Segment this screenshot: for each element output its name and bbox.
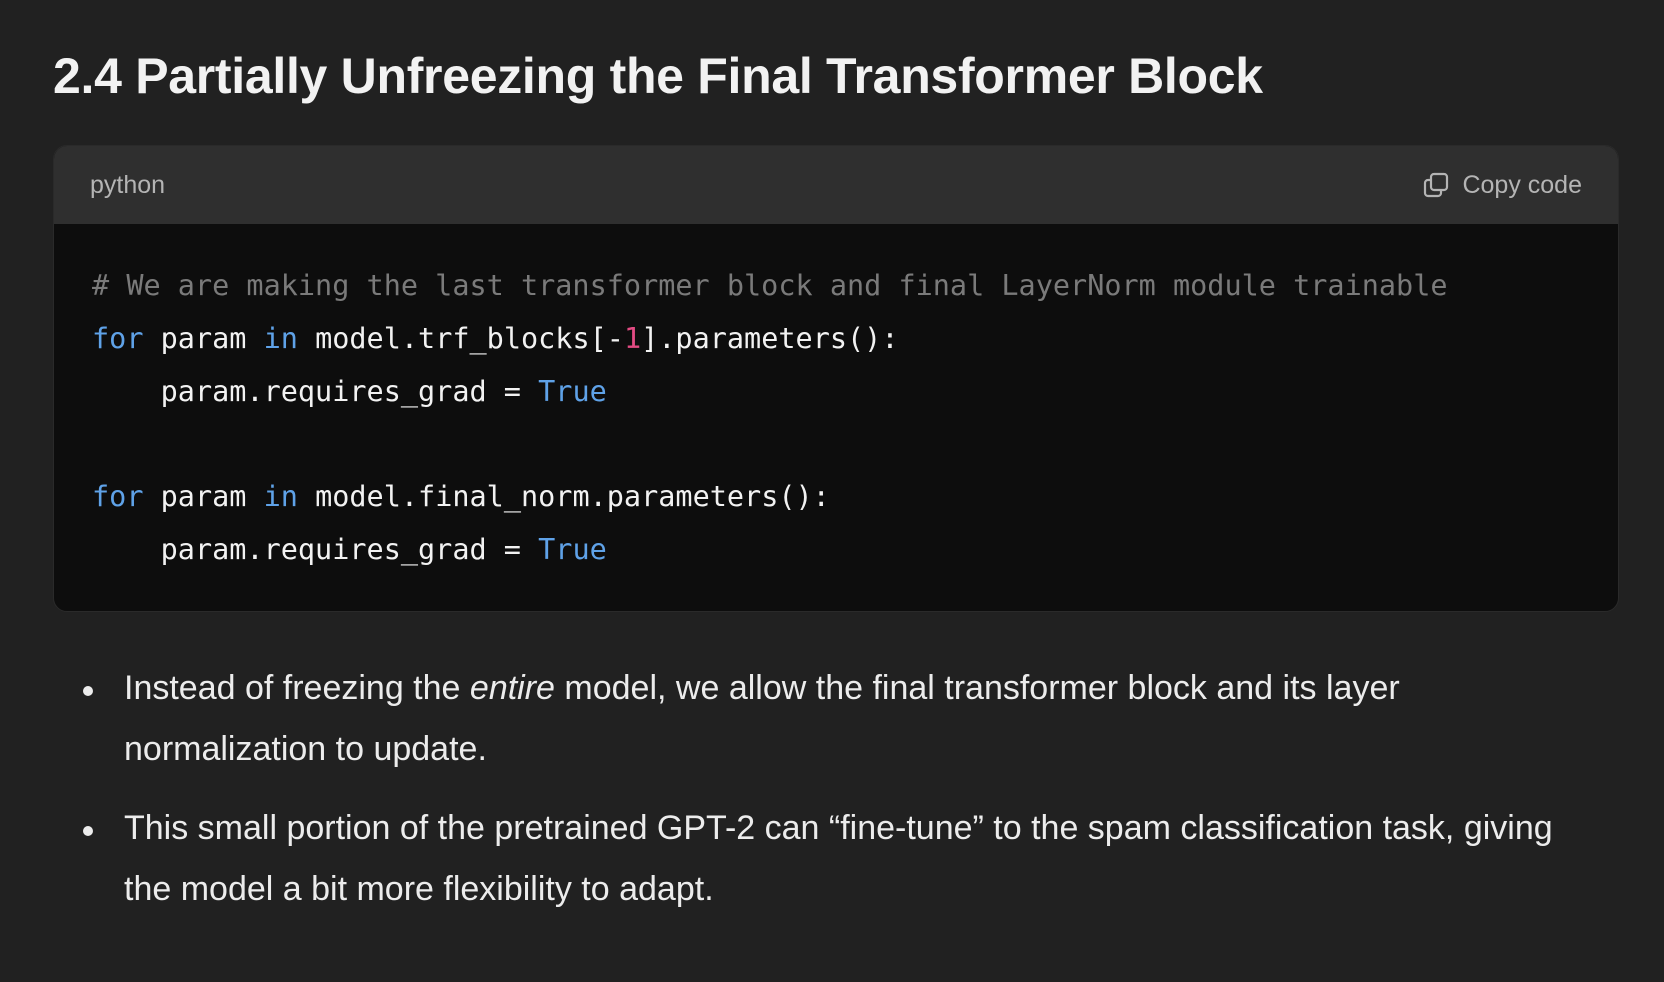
code-token-plain: param bbox=[143, 480, 264, 514]
code-block-header: python Copy code bbox=[54, 146, 1618, 224]
code-line: # We are making the last transformer blo… bbox=[92, 260, 1580, 313]
code-line: for param in model.final_norm.parameters… bbox=[92, 471, 1580, 524]
code-line: param.requires_grad = True bbox=[92, 366, 1580, 419]
code-token-keyword: in bbox=[263, 321, 298, 355]
code-block: python Copy code # We are making the las… bbox=[53, 145, 1619, 612]
bullet-item: This small portion of the pretrained GPT… bbox=[53, 798, 1573, 920]
code-token-number: 1 bbox=[623, 321, 642, 355]
bullet-item: Instead of freezing the entire model, we… bbox=[53, 658, 1573, 780]
code-token-plain: model.final_norm.parameters(): bbox=[297, 480, 830, 514]
bullet-dot-icon bbox=[83, 686, 93, 696]
code-token-plain: param.requires_grad = bbox=[92, 532, 539, 566]
code-token-keyword: for bbox=[92, 321, 144, 355]
code-token-bool: True bbox=[538, 532, 607, 566]
code-line: for param in model.trf_blocks[-1].parame… bbox=[92, 313, 1580, 366]
code-token-keyword: for bbox=[92, 480, 144, 514]
section-title: 2.4 Partially Unfreezing the Final Trans… bbox=[53, 48, 1263, 104]
code-token-bool: True bbox=[538, 374, 607, 408]
bullet-list: Instead of freezing the entire model, we… bbox=[53, 658, 1573, 938]
code-token-plain: ].parameters(): bbox=[641, 321, 899, 355]
code-line: param.requires_grad = True bbox=[92, 524, 1580, 577]
code-token-plain: model.trf_blocks[- bbox=[297, 321, 624, 355]
bullet-dot-icon bbox=[83, 826, 93, 836]
bullet-text: This small portion of the pretrained GPT… bbox=[124, 809, 1553, 908]
code-content: # We are making the last transformer blo… bbox=[54, 224, 1618, 577]
bullet-text: Instead of freezing the bbox=[124, 669, 470, 707]
code-token-plain: param bbox=[143, 321, 264, 355]
code-token-comment: # We are making the last transformer blo… bbox=[92, 269, 1448, 302]
code-token-plain: param.requires_grad = bbox=[92, 374, 539, 408]
bullet-emphasis: entire bbox=[469, 669, 555, 707]
code-token-keyword: in bbox=[263, 480, 298, 514]
copy-code-button[interactable]: Copy code bbox=[1422, 171, 1582, 200]
code-language-label: python bbox=[90, 170, 166, 199]
copy-code-label[interactable]: Copy code bbox=[1462, 171, 1582, 200]
copy-icon[interactable] bbox=[1422, 171, 1450, 199]
